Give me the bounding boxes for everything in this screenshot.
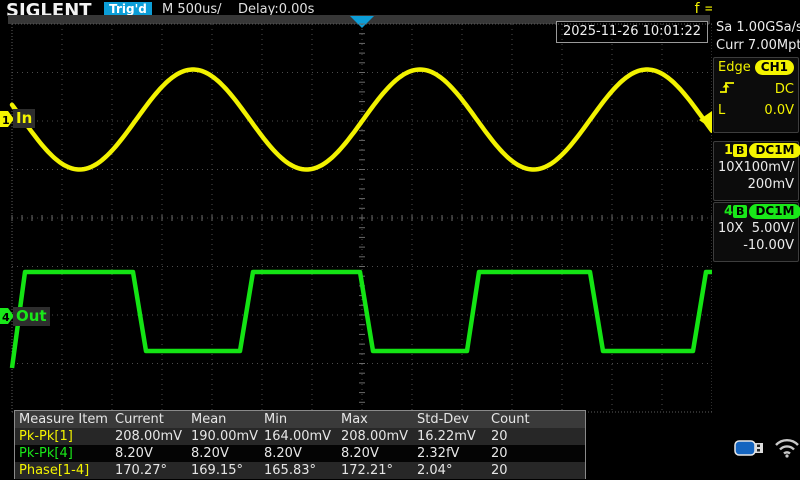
measure-value: 208.00mV [115,429,183,444]
measure-name: Pk-Pk[1] [19,429,73,444]
measure-value: 20 [491,429,508,444]
status-icons [734,438,800,462]
measure-value: 8.20V [191,446,229,461]
ch4-panel[interactable]: 4 B DC1M 10X 5.00V/ -10.00V [713,202,800,262]
measure-value: 190.00mV [191,429,259,444]
ch1-bandwidth-badge: B [733,144,748,157]
ch1-coupling-badge[interactable]: DC1M [749,143,800,158]
ch1-number: 1 [724,143,734,158]
measure-value: 164.00mV [264,429,332,444]
memory-depth: Curr 7.00Mpts [716,38,800,53]
sample-rate: Sa 1.00GSa/s [716,20,800,35]
right-sidebar: Sa 1.00GSa/s Curr 7.00Mpts Edge CH1 DC L… [712,0,800,480]
measure-name: Phase[1-4] [19,463,90,478]
table-row-phase: Phase[1-4] 170.27° 169.15° 165.83° 172.2… [15,462,585,479]
ch1-trace-label: In [13,109,36,128]
waveform-display[interactable]: 1 4 [0,0,800,480]
trigger-coupling: DC [774,81,794,97]
measure-value: 165.83° [264,463,316,478]
measure-value: 20 [491,446,508,461]
col-count: Count [491,412,530,427]
measure-value: 208.00mV [341,429,409,444]
ch1-panel[interactable]: 1 B DC1M 10X 100mV/ 200mV [713,141,800,201]
usb-icon[interactable] [734,438,766,462]
table-row-pkpk1: Pk-Pk[1] 208.00mV 190.00mV 164.00mV 208.… [15,428,585,445]
ch1-probe: 10X [718,160,744,175]
ch4-trace-label: Out [13,307,50,326]
wifi-icon[interactable] [774,438,800,462]
rising-edge-icon [718,79,738,99]
measure-value: 20 [491,463,508,478]
ch1-scale: 100mV/ [743,160,795,175]
measure-value: 8.20V [341,446,379,461]
trigger-panel[interactable]: Edge CH1 DC L 0.0V [713,57,799,133]
measurement-table[interactable]: Measure Item Current Mean Min Max Std-De… [14,410,586,479]
svg-text:4: 4 [2,311,10,324]
ch4-probe: 10X [718,221,744,236]
measure-value: 172.21° [341,463,393,478]
graticule [11,23,713,413]
trigger-level-label: L [718,103,726,118]
table-row-pkpk4: Pk-Pk[4] 8.20V 8.20V 8.20V 8.20V 2.32fV … [15,445,585,462]
col-current: Current [115,412,164,427]
measure-value: 8.20V [264,446,302,461]
ch1-position-marker[interactable]: 1 [0,111,14,127]
ch4-coupling-badge[interactable]: DC1M [749,204,800,219]
measure-value: 170.27° [115,463,167,478]
measure-value: 2.32fV [417,446,460,461]
col-min: Min [264,412,288,427]
svg-text:1: 1 [2,114,10,127]
ch4-number: 4 [724,204,734,219]
trigger-level-value: 0.0V [764,103,794,118]
measure-value: 2.04° [417,463,453,478]
col-stddev: Std-Dev [417,412,469,427]
col-measure-item: Measure Item [19,412,108,427]
measure-value: 169.15° [191,463,243,478]
measurement-table-header: Measure Item Current Mean Min Max Std-De… [15,411,585,428]
ch4-bandwidth-badge: B [733,205,748,218]
trigger-source-badge[interactable]: CH1 [754,60,794,75]
ch1-offset: 200mV [747,177,794,192]
measure-value: 16.22mV [417,429,476,444]
measure-name: Pk-Pk[4] [19,446,73,461]
trigger-type: Edge [718,60,751,75]
col-max: Max [341,412,368,427]
col-mean: Mean [191,412,227,427]
measure-value: 8.20V [115,446,153,461]
ch4-scale: 5.00V/ [751,221,794,236]
ch4-offset: -10.00V [743,238,794,253]
